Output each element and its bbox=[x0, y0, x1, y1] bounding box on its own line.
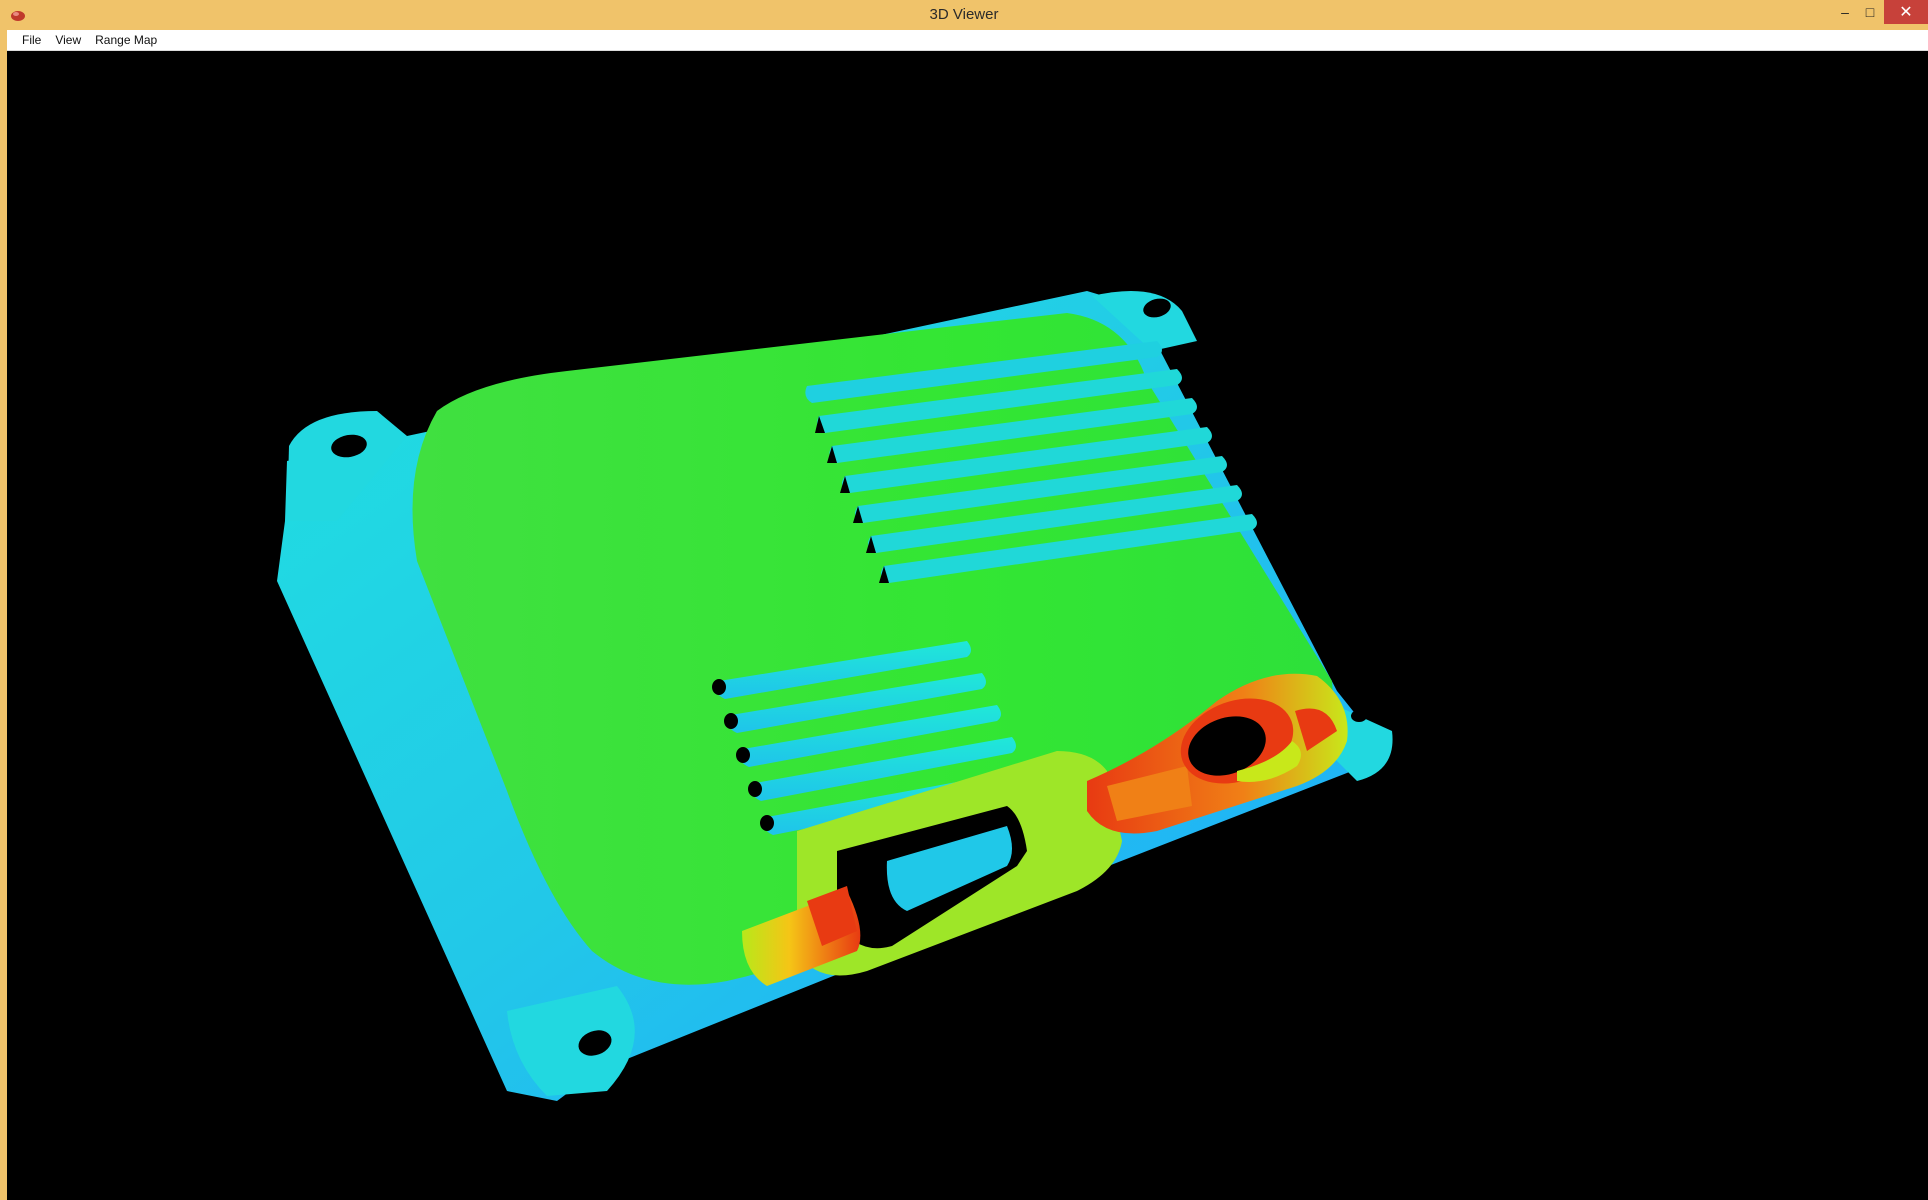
3d-viewport[interactable] bbox=[7, 51, 1928, 1200]
title-bar[interactable]: 3D Viewer – □ ✕ bbox=[0, 0, 1928, 30]
close-button[interactable]: ✕ bbox=[1884, 0, 1928, 24]
minimize-icon: – bbox=[1841, 4, 1849, 20]
maximize-icon: □ bbox=[1865, 4, 1875, 20]
maximize-button[interactable]: □ bbox=[1855, 0, 1885, 24]
point-cloud-render bbox=[277, 291, 1393, 1101]
window-title: 3D Viewer bbox=[929, 6, 999, 23]
menu-bar: File View Range Map bbox=[7, 30, 1928, 51]
close-icon: ✕ bbox=[1899, 4, 1913, 21]
menu-view[interactable]: View bbox=[48, 30, 88, 51]
menu-range-map[interactable]: Range Map bbox=[88, 30, 164, 51]
menu-file[interactable]: File bbox=[15, 30, 48, 51]
